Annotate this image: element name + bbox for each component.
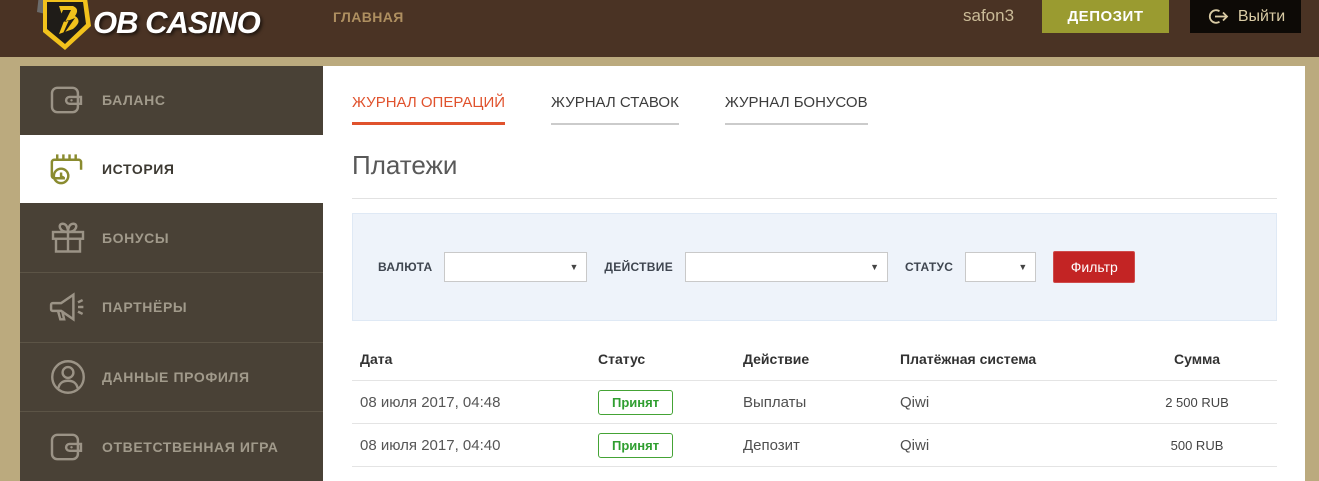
- chevron-down-icon: ▼: [870, 262, 879, 272]
- calendar-clock-icon: [47, 150, 89, 188]
- sidebar-item-label: БОНУСЫ: [102, 229, 170, 246]
- currency-label: ВАЛЮТА: [378, 260, 433, 274]
- column-header-action: Действие: [743, 350, 810, 367]
- top-header: OB CASINO ГЛАВНАЯ safon3 ДЕПОЗИТ Выйти: [0, 0, 1319, 57]
- username[interactable]: safon3: [963, 6, 1014, 26]
- title-divider: [352, 198, 1277, 199]
- cell-status: Принят: [582, 432, 732, 458]
- tab-bonuses-journal[interactable]: ЖУРНАЛ БОНУСОВ: [724, 94, 868, 125]
- action-select[interactable]: ▼: [685, 252, 888, 282]
- table-row: 08 июля 2017, 04:40 Принят Депозит Qiwi …: [352, 424, 1277, 467]
- table-header-row: Дата Статус Действие Платёжная система С…: [352, 337, 1277, 381]
- nav-main-link[interactable]: ГЛАВНАЯ: [333, 9, 404, 25]
- tab-operations-journal[interactable]: ЖУРНАЛ ОПЕРАЦИЙ: [352, 94, 506, 125]
- sidebar: БАЛАНС ИСТОРИЯ БОНУСЫ ПАРТНЁРЫ ДАННЫЕ ПР…: [20, 66, 323, 481]
- column-header-amount: Сумма: [1173, 350, 1221, 367]
- sidebar-item-balance[interactable]: БАЛАНС: [20, 66, 323, 135]
- status-label: СТАТУС: [905, 260, 954, 274]
- logo[interactable]: OB CASINO: [33, 0, 261, 54]
- sidebar-item-label: ПАРТНЁРЫ: [102, 299, 188, 316]
- wallet-icon: [47, 428, 89, 466]
- cell-action: Депозит: [743, 436, 800, 454]
- user-icon: [47, 358, 89, 396]
- logo-text: OB CASINO: [93, 5, 261, 40]
- sidebar-item-history[interactable]: ИСТОРИЯ: [20, 134, 323, 204]
- logout-button[interactable]: Выйти: [1190, 0, 1301, 33]
- status-badge: Принят: [598, 389, 674, 415]
- cell-date: 08 июля 2017, 04:40: [360, 436, 501, 454]
- logout-icon: [1206, 8, 1229, 25]
- status-select[interactable]: ▼: [965, 252, 1037, 282]
- column-header-payment-system: Платёжная система: [900, 350, 1037, 367]
- chevron-down-icon: ▼: [569, 262, 579, 272]
- table-row: 08 июля 2017, 04:48 Принят Выплаты Qiwi …: [352, 381, 1277, 424]
- filter-panel: ВАЛЮТА ▼ ДЕЙСТВИЕ ▼ СТАТУС ▼ Фильтр: [352, 213, 1277, 321]
- cell-status: Принят: [582, 389, 732, 415]
- page-title: Платежи: [352, 150, 458, 180]
- deposit-button[interactable]: ДЕПОЗИТ: [1042, 0, 1169, 33]
- sidebar-item-responsible-gaming[interactable]: ОТВЕТСТВЕННАЯ ИГРА: [20, 412, 323, 481]
- cell-amount: 2 500 RUB: [1165, 394, 1229, 410]
- column-header-status: Статус: [598, 350, 646, 367]
- sidebar-item-label: ОТВЕТСТВЕННАЯ ИГРА: [102, 438, 279, 455]
- sidebar-item-label: ДАННЫЕ ПРОФИЛЯ: [102, 369, 250, 386]
- action-label: ДЕЙСТВИЕ: [604, 260, 673, 274]
- status-badge: Принят: [598, 432, 674, 458]
- sidebar-item-profile[interactable]: ДАННЫЕ ПРОФИЛЯ: [20, 342, 323, 413]
- cell-amount: 500 RUB: [1170, 437, 1224, 453]
- main-content: ЖУРНАЛ ОПЕРАЦИЙ ЖУРНАЛ СТАВОК ЖУРНАЛ БОН…: [323, 66, 1305, 481]
- cell-payment-system: Qiwi: [900, 393, 930, 411]
- cell-action: Выплаты: [743, 393, 807, 411]
- logo-shield-icon: [33, 0, 97, 54]
- currency-select[interactable]: ▼: [444, 252, 588, 282]
- gift-icon: [47, 219, 89, 257]
- sidebar-item-partners[interactable]: ПАРТНЁРЫ: [20, 273, 323, 343]
- sidebar-item-label: БАЛАНС: [102, 92, 166, 109]
- chevron-down-icon: ▼: [1018, 262, 1028, 272]
- sidebar-item-label: ИСТОРИЯ: [102, 161, 175, 177]
- tabs: ЖУРНАЛ ОПЕРАЦИЙ ЖУРНАЛ СТАВОК ЖУРНАЛ БОН…: [352, 94, 1277, 125]
- sidebar-item-bonuses[interactable]: БОНУСЫ: [20, 203, 323, 274]
- cell-payment-system: Qiwi: [900, 436, 930, 454]
- payments-table: Дата Статус Действие Платёжная система С…: [352, 337, 1277, 467]
- tab-bets-journal[interactable]: ЖУРНАЛ СТАВОК: [551, 94, 679, 125]
- megaphone-icon: [47, 288, 89, 326]
- column-header-date: Дата: [360, 350, 393, 367]
- filter-button[interactable]: Фильтр: [1053, 251, 1136, 283]
- wallet-icon: [47, 81, 89, 119]
- logout-label: Выйти: [1237, 7, 1286, 25]
- cell-date: 08 июля 2017, 04:48: [360, 393, 501, 411]
